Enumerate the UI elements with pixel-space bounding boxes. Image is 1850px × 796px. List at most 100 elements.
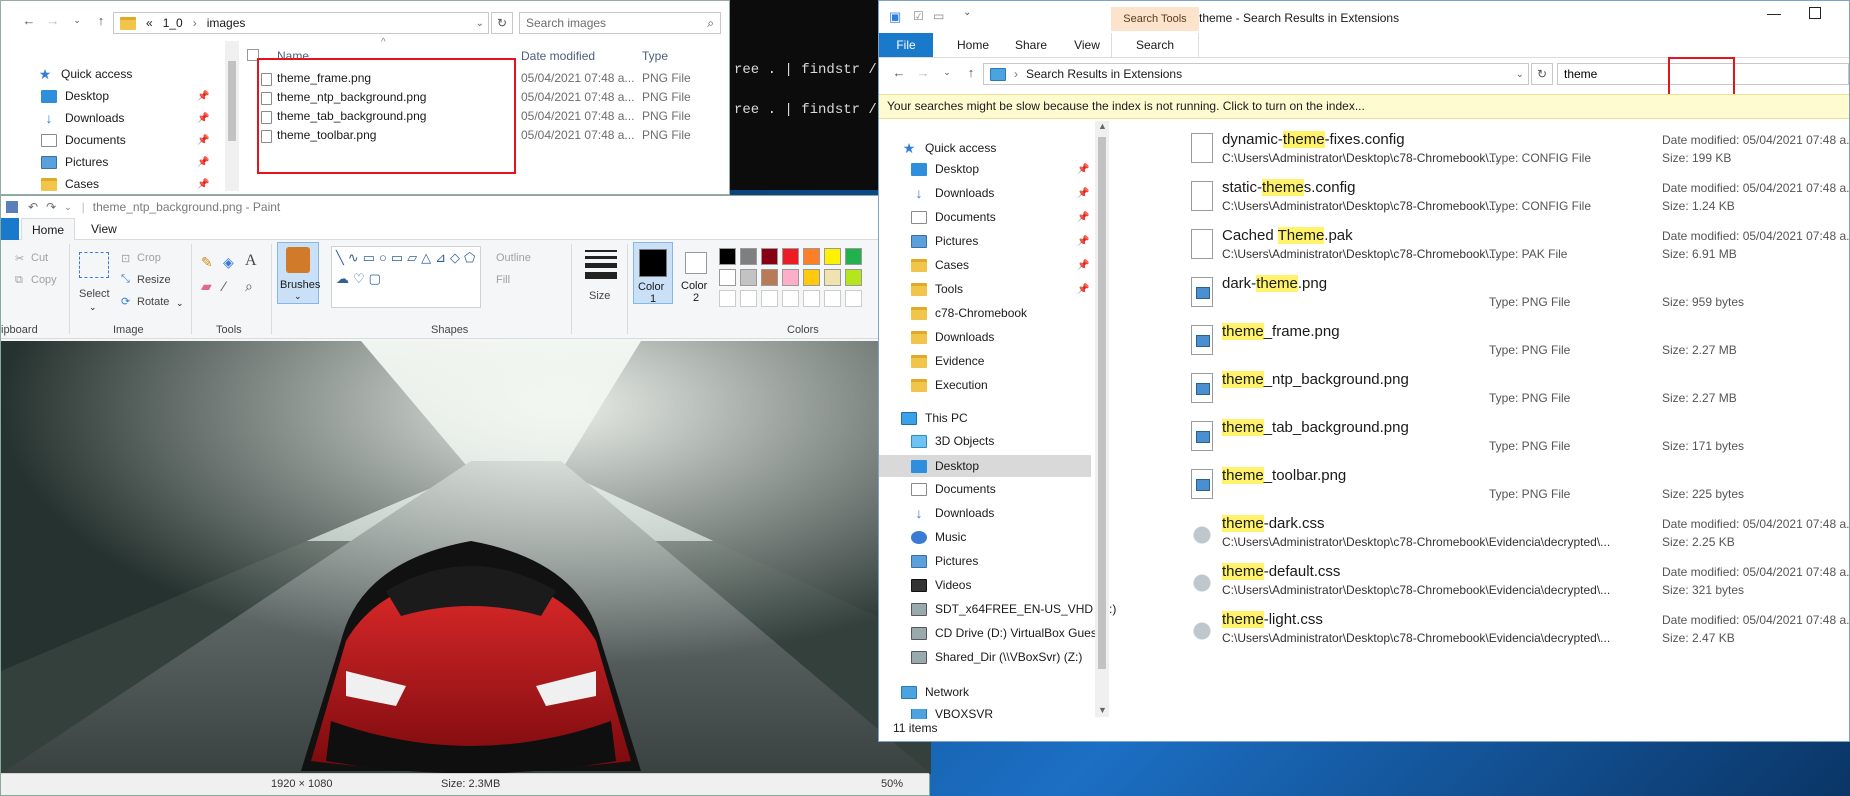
search-result-item[interactable]: theme_ntp_background.png Type: PNG File Si… bbox=[1189, 365, 1849, 413]
palette-swatch[interactable] bbox=[782, 269, 799, 286]
sidebar-item[interactable]: Tools bbox=[911, 282, 963, 296]
result-file-name[interactable]: theme_toolbar.png bbox=[1222, 467, 1346, 484]
sidebar-item[interactable]: SDT_x64FREE_EN-US_VHD (C:) bbox=[911, 602, 1116, 616]
search-result-item[interactable]: dynamic-theme-fixes.config C:\Users\Admin… bbox=[1189, 125, 1850, 173]
color1-button[interactable]: Color 1 bbox=[633, 242, 673, 305]
sidebar-item[interactable]: ★ Quick access bbox=[901, 141, 997, 156]
palette-swatch[interactable] bbox=[719, 269, 736, 286]
column-header-type[interactable]: Type bbox=[642, 49, 668, 63]
search-result-item[interactable]: theme_tab_background.png Type: PNG File Si… bbox=[1189, 413, 1849, 461]
sidebar-item[interactable]: ↓ Downloads bbox=[911, 186, 995, 201]
search-result-item[interactable]: theme_frame.png Type: PNG File Size: 2.27 … bbox=[1189, 317, 1849, 365]
palette-swatch[interactable] bbox=[782, 248, 799, 265]
eraser-icon[interactable]: ▰ bbox=[201, 278, 212, 295]
pin-icon[interactable]: 📌 bbox=[197, 157, 209, 168]
pin-icon[interactable]: 📌 bbox=[197, 179, 209, 190]
palette-swatch[interactable] bbox=[740, 269, 757, 286]
pin-icon[interactable]: 📌 bbox=[1077, 260, 1089, 271]
tab-view[interactable]: View bbox=[81, 218, 127, 240]
result-file-name[interactable]: theme_frame.png bbox=[1222, 323, 1340, 340]
sidebar-item[interactable]: Network bbox=[901, 685, 969, 699]
pin-icon[interactable]: 📌 bbox=[1077, 164, 1089, 175]
tab-view[interactable]: View bbox=[1059, 33, 1115, 57]
outline-button[interactable]: Outline bbox=[496, 252, 531, 264]
result-file-name[interactable]: Cached Theme.pak bbox=[1222, 227, 1353, 244]
palette-swatch[interactable] bbox=[740, 248, 757, 265]
breadcrumb-overflow[interactable]: « bbox=[146, 16, 153, 30]
select-button[interactable]: Select bbox=[79, 288, 110, 300]
scrollbar-thumb[interactable] bbox=[228, 61, 236, 141]
scroll-up-icon[interactable]: ▲ bbox=[1098, 121, 1107, 131]
search-result-item[interactable]: theme-light.css C:\Users\Administrator\De… bbox=[1189, 605, 1850, 653]
custom-color-slot[interactable] bbox=[782, 290, 799, 307]
pencil-icon[interactable]: ✎ bbox=[201, 254, 213, 271]
pin-icon[interactable]: 📌 bbox=[197, 91, 209, 102]
pin-icon[interactable]: 📌 bbox=[1077, 188, 1089, 199]
pin-icon[interactable]: 📌 bbox=[1077, 236, 1089, 247]
sidebar-item[interactable]: Execution bbox=[911, 378, 988, 392]
result-file-name[interactable]: dynamic-theme-fixes.config bbox=[1222, 131, 1405, 148]
tab-home[interactable]: Home bbox=[21, 218, 76, 240]
minimize-button[interactable]: — bbox=[1767, 5, 1781, 21]
crop-button[interactable]: Crop bbox=[137, 252, 161, 264]
recent-chevron-icon[interactable]: ⌄ bbox=[937, 67, 957, 78]
color2-button[interactable]: Color 2 bbox=[679, 242, 715, 304]
sidebar-item[interactable]: Music bbox=[911, 530, 966, 544]
fill-button[interactable]: Fill bbox=[496, 274, 510, 286]
palette-swatch[interactable] bbox=[845, 248, 862, 265]
pin-icon[interactable]: 📌 bbox=[1077, 284, 1089, 295]
sidebar-item[interactable]: Desktop bbox=[911, 162, 979, 176]
index-info-bar[interactable]: Your searches might be slow because the … bbox=[879, 94, 1849, 119]
pin-icon[interactable]: 📌 bbox=[197, 135, 209, 146]
recent-chevron-icon[interactable]: ⌄ bbox=[67, 15, 87, 26]
sidebar-item[interactable]: Downloads bbox=[911, 330, 994, 344]
fill-bucket-icon[interactable]: ◈ bbox=[223, 254, 234, 271]
properties-icon[interactable]: ☑ bbox=[913, 9, 924, 23]
rotate-button[interactable]: Rotate bbox=[137, 296, 169, 308]
pin-icon[interactable]: 📌 bbox=[1077, 212, 1089, 223]
palette-swatch[interactable] bbox=[845, 269, 862, 286]
chevron-down-icon[interactable]: ⌄ bbox=[476, 18, 484, 29]
sidebar-item[interactable]: c78-Chromebook bbox=[911, 306, 1027, 320]
back-icon[interactable]: ← bbox=[19, 13, 39, 28]
result-file-name[interactable]: theme-light.css bbox=[1222, 611, 1323, 628]
sidebar-item[interactable]: ★ Quick access bbox=[37, 67, 133, 82]
up-icon[interactable]: ↑ bbox=[961, 65, 981, 80]
custom-color-slot[interactable] bbox=[845, 290, 862, 307]
save-icon[interactable] bbox=[6, 201, 18, 213]
palette-swatch[interactable] bbox=[761, 269, 778, 286]
address-bar[interactable]: « 1_0 › images ⌄ bbox=[113, 12, 489, 34]
sidebar-item[interactable]: Cases bbox=[41, 177, 99, 191]
redo-icon[interactable]: ↷ bbox=[46, 200, 56, 214]
custom-color-slot[interactable] bbox=[761, 290, 778, 307]
result-file-name[interactable]: theme_tab_background.png bbox=[1222, 419, 1409, 436]
up-icon[interactable]: ↑ bbox=[91, 13, 111, 28]
palette-swatch[interactable] bbox=[824, 248, 841, 265]
file-tab[interactable]: File bbox=[879, 33, 933, 57]
scroll-down-icon[interactable]: ▼ bbox=[1098, 705, 1107, 715]
pin-icon[interactable]: 📌 bbox=[197, 113, 209, 124]
chevron-down-icon[interactable]: ⌄ bbox=[176, 298, 184, 309]
sidebar-item[interactable]: Cases bbox=[911, 258, 969, 272]
palette-swatch[interactable] bbox=[719, 248, 736, 265]
sidebar-item[interactable]: Documents bbox=[911, 482, 996, 496]
sidebar-item[interactable]: Videos bbox=[911, 578, 971, 592]
palette-swatch[interactable] bbox=[803, 248, 820, 265]
search-result-item[interactable]: theme-default.css C:\Users\Administrator\… bbox=[1189, 557, 1850, 605]
column-header-date[interactable]: Date modified bbox=[521, 49, 595, 63]
nav-scrollbar[interactable] bbox=[225, 41, 239, 191]
refresh-icon[interactable]: ↻ bbox=[1531, 63, 1553, 85]
sidebar-item[interactable]: Documents bbox=[41, 133, 126, 147]
paint-canvas[interactable] bbox=[1, 341, 931, 774]
breadcrumb-item[interactable]: Search Results in Extensions bbox=[1026, 67, 1182, 81]
sidebar-item[interactable]: Evidence bbox=[911, 354, 984, 368]
resize-button[interactable]: Resize bbox=[137, 274, 171, 286]
sidebar-item[interactable]: Desktop bbox=[41, 89, 109, 103]
forward-icon[interactable]: → bbox=[913, 65, 933, 80]
result-file-name[interactable]: static-themes.config bbox=[1222, 179, 1355, 196]
search-result-item[interactable]: theme_toolbar.png Type: PNG File Size: 225… bbox=[1189, 461, 1849, 509]
sidebar-item[interactable]: 3D Objects bbox=[911, 434, 994, 448]
search-result-item[interactable]: theme-dark.css C:\Users\Administrator\Des… bbox=[1189, 509, 1850, 557]
address-bar[interactable]: › Search Results in Extensions ⌄ bbox=[983, 63, 1529, 85]
chevron-down-icon[interactable]: ⌄ bbox=[89, 302, 97, 313]
